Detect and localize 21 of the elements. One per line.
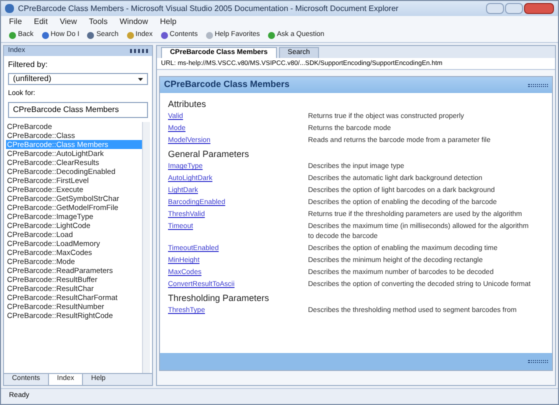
menu-item[interactable]: View xyxy=(60,16,77,28)
menu-item[interactable]: Window xyxy=(120,16,148,28)
close-button[interactable] xyxy=(524,3,554,14)
section-heading: General Parameters xyxy=(168,148,250,161)
document-header: CPreBarcode Class Members xyxy=(164,78,290,92)
section-heading: Thresholding Parameters xyxy=(168,292,270,305)
section-heading: Attributes xyxy=(168,98,208,111)
window-title: CPreBarcode Class Members - Microsoft Visual Studio 2005 Documentation - Microsoft Document Explorer xyxy=(18,2,398,14)
scrollbar[interactable] xyxy=(142,122,150,373)
app-icon xyxy=(5,4,14,13)
look-for-field[interactable]: CPreBarcode Class Members xyxy=(8,102,148,118)
filter-label: Filtered by: xyxy=(7,59,49,71)
menu-item[interactable]: Tools xyxy=(88,16,108,28)
caret-icon xyxy=(138,78,143,80)
panel-controls-icon[interactable] xyxy=(130,49,148,53)
menu-item[interactable]: Help xyxy=(160,16,176,28)
menu-item[interactable]: File xyxy=(9,16,22,28)
footer-controls-icon[interactable] xyxy=(528,360,548,363)
filter-dropdown[interactable]: (unfiltered) xyxy=(8,73,148,85)
menu-item[interactable]: Edit xyxy=(34,16,48,28)
header-controls-icon[interactable] xyxy=(528,84,548,86)
